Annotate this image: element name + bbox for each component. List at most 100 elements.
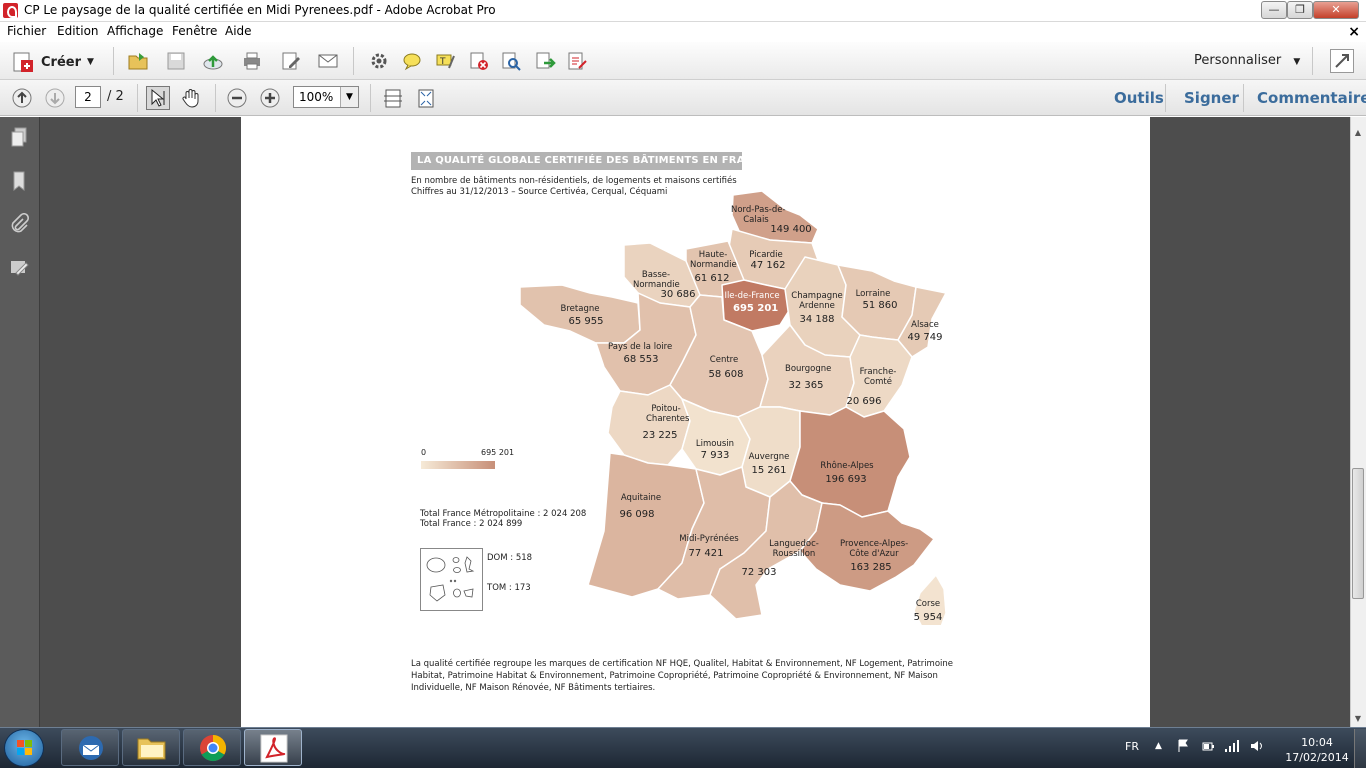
fit-width-icon[interactable] — [381, 86, 405, 110]
region-value: 77 421 — [688, 548, 724, 559]
bookmarks-icon[interactable] — [7, 169, 31, 193]
clock[interactable]: 10:04 17/02/2014 — [1282, 735, 1352, 765]
upload-cloud-icon[interactable] — [201, 49, 225, 73]
region-value: 163 285 — [850, 562, 892, 573]
menu-affichage[interactable]: Affichage — [107, 24, 163, 38]
save-icon[interactable] — [164, 49, 188, 73]
separator — [1312, 47, 1313, 75]
hand-tool-icon[interactable] — [179, 86, 203, 110]
customize-label: Personnaliser — [1194, 53, 1282, 68]
language-indicator[interactable]: FR — [1125, 740, 1139, 753]
region-value: 149 400 — [770, 224, 812, 235]
map-title: LA QUALITÉ GLOBALE CERTIFIÉE DES BÂTIMEN… — [411, 152, 768, 170]
attachments-icon[interactable] — [7, 212, 31, 236]
region-label: Corse — [915, 599, 941, 609]
minimize-button[interactable]: — — [1261, 1, 1287, 19]
customize-dropdown[interactable]: Personnaliser ▼ — [1194, 53, 1300, 68]
taskbar-explorer[interactable] — [122, 729, 180, 766]
edit-document-icon[interactable] — [279, 49, 303, 73]
show-hidden-icons-icon[interactable]: ▲ — [1155, 741, 1162, 751]
page-thumbnails-icon[interactable] — [7, 125, 31, 149]
navigation-panel — [0, 117, 40, 727]
separator — [353, 47, 354, 75]
separator — [215, 84, 216, 112]
form-edit-icon[interactable] — [565, 49, 589, 73]
region-value: 20 696 — [846, 396, 882, 407]
document-close-icon[interactable]: × — [1348, 24, 1360, 40]
maximize-button[interactable]: ❐ — [1287, 1, 1313, 19]
action-center-flag-icon[interactable] — [1177, 739, 1189, 752]
region-label: Provence-Alpes- Côte d'Azur — [840, 539, 909, 559]
chevron-down-icon[interactable]: ▼ — [340, 87, 358, 107]
separator — [370, 84, 371, 112]
region-label: Bourgogne — [785, 364, 832, 374]
previous-page-icon[interactable] — [10, 86, 34, 110]
power-icon[interactable] — [1201, 739, 1215, 753]
close-button[interactable]: ✕ — [1313, 1, 1359, 19]
region-label: Ile-de-France — [724, 291, 780, 301]
comment-icon[interactable] — [400, 49, 424, 73]
explorer-icon — [137, 738, 166, 760]
scroll-down-icon[interactable]: ▼ — [1350, 711, 1366, 727]
signatures-icon[interactable] — [7, 255, 31, 279]
region-label: Franche- Comté — [859, 367, 897, 387]
expand-icon[interactable] — [1330, 49, 1354, 73]
volume-icon[interactable] — [1249, 739, 1265, 753]
region-value: 695 201 — [733, 303, 779, 314]
region-value: 72 303 — [741, 567, 777, 578]
zoom-select[interactable]: 100% ▼ — [293, 86, 359, 108]
region-label: Poitou- Charentes — [646, 404, 690, 424]
vertical-scrollbar[interactable] — [1350, 117, 1366, 727]
region-value: 65 955 — [568, 316, 604, 327]
region-bretagne — [519, 284, 641, 344]
taskbar-acrobat[interactable] — [244, 729, 302, 766]
total-france: Total France : 2 024 899 — [420, 519, 523, 529]
taskbar-chrome[interactable] — [183, 729, 241, 766]
menu-edition[interactable]: Edition — [57, 24, 99, 38]
menu-fichier[interactable]: Fichier — [7, 24, 46, 38]
region-label: Limousin — [695, 439, 735, 449]
region-label: Alsace — [911, 320, 939, 330]
separator — [1243, 84, 1244, 112]
fit-page-icon[interactable] — [414, 86, 438, 110]
redact-icon[interactable] — [467, 49, 491, 73]
page-total: / 2 — [107, 89, 124, 104]
tools-pane-link[interactable]: Outils — [1114, 89, 1164, 107]
sign-pane-link[interactable]: Signer — [1184, 89, 1239, 107]
separator — [137, 84, 138, 112]
show-desktop-button[interactable] — [1354, 729, 1366, 768]
next-page-icon[interactable] — [43, 86, 67, 110]
footnote: La qualité certifiée regroupe les marque… — [411, 659, 954, 693]
scrollbar-thumb[interactable] — [1352, 468, 1364, 599]
region-value: 68 553 — [623, 354, 659, 365]
menu-fenetre[interactable]: Fenêtre — [172, 24, 217, 38]
select-cursor-icon[interactable] — [146, 86, 170, 110]
start-button[interactable] — [4, 729, 44, 767]
email-icon[interactable] — [316, 49, 340, 73]
region-label: Champagne Ardenne — [791, 291, 843, 311]
create-button[interactable]: Créer ▼ — [11, 50, 94, 74]
region-value: 7 933 — [700, 450, 730, 461]
zoom-out-icon[interactable] — [225, 86, 249, 110]
menu-aide[interactable]: Aide — [225, 24, 252, 38]
scroll-up-icon[interactable]: ▲ — [1350, 125, 1366, 141]
region-label: Basse- Normandie — [633, 270, 680, 290]
export-icon[interactable] — [533, 49, 557, 73]
chevron-down-icon: ▼ — [1293, 57, 1301, 67]
zoom-in-icon[interactable] — [258, 86, 282, 110]
comment-pane-link[interactable]: Commentaire — [1257, 89, 1366, 107]
menu-bar: Fichier Edition Affichage Fenêtre Aide — [0, 22, 1366, 42]
legend-max-label: 695 201 — [481, 448, 515, 457]
open-folder-icon[interactable] — [126, 49, 150, 73]
region-label: Lorraine — [855, 289, 891, 299]
gear-icon[interactable] — [367, 49, 391, 73]
print-icon[interactable] — [240, 49, 264, 73]
region-value: 30 686 — [660, 289, 696, 300]
network-signal-icon[interactable] — [1224, 739, 1240, 753]
highlight-text-icon[interactable]: T — [433, 49, 457, 73]
search-document-icon[interactable] — [499, 49, 523, 73]
taskbar-thunderbird[interactable] — [61, 729, 119, 766]
page-number-input[interactable]: 2 — [75, 86, 101, 108]
region-value: 58 608 — [708, 369, 744, 380]
dom-total: DOM : 518 — [487, 553, 533, 563]
